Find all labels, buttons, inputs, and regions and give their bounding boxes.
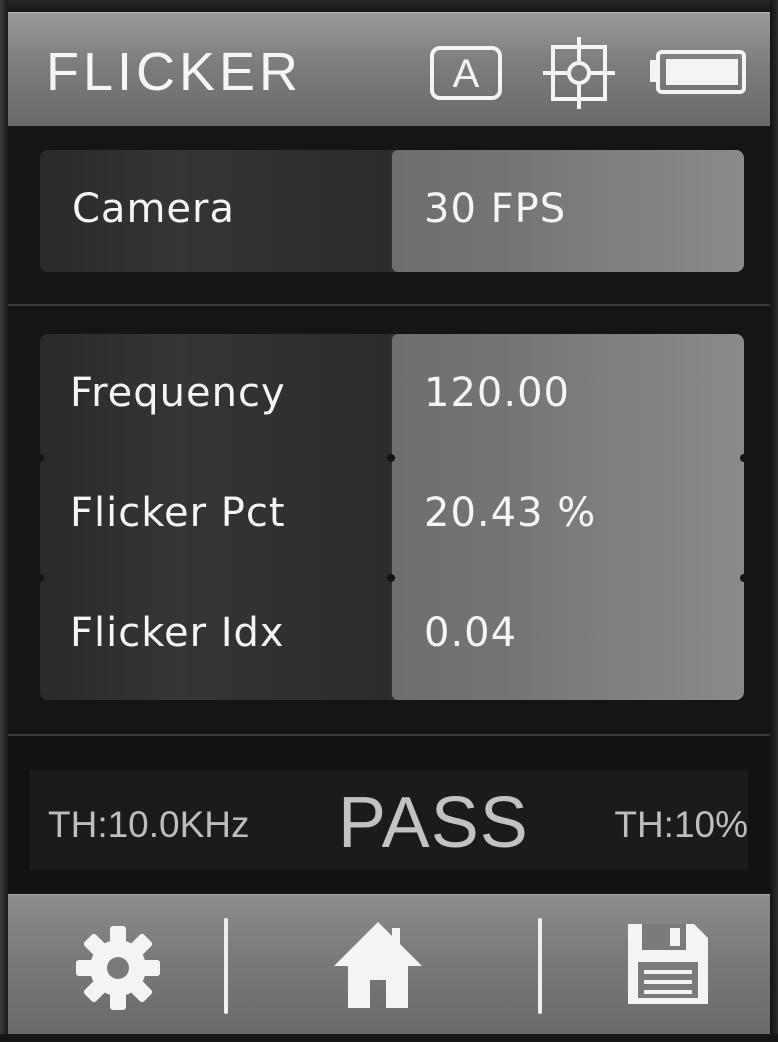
battery-fill	[666, 59, 738, 85]
nav-divider	[538, 918, 542, 1014]
bezel-right	[770, 0, 778, 1042]
bezel-left	[0, 0, 8, 1042]
row-separator-dot	[740, 574, 744, 582]
status-box: TH:10.0KHz PASS TH:10%	[30, 770, 748, 870]
crosshair-target-icon[interactable]	[543, 37, 615, 109]
frequency-label: Frequency	[70, 370, 286, 416]
nav-divider	[224, 918, 228, 1014]
bottom-nav-bar	[8, 894, 770, 1034]
status-section: TH:10.0KHz PASS TH:10%	[8, 736, 770, 894]
page-title: FLICKER	[46, 42, 303, 102]
auto-mode-label: A	[452, 52, 480, 96]
row-separator-dot	[387, 574, 395, 582]
floppy-disk-icon	[628, 924, 708, 1004]
measurement-panel: Frequency 120.00 Flicker Pct 20.43 % Fli…	[40, 334, 744, 700]
auto-mode-icon[interactable]: A	[430, 46, 502, 100]
bezel-bottom	[0, 1034, 778, 1042]
flicker-idx-value: 0.04	[424, 610, 518, 656]
bezel-top	[0, 0, 778, 12]
header-bar: FLICKER A	[8, 12, 770, 126]
battery-icon	[650, 50, 746, 94]
flicker-pct-label: Flicker Pct	[70, 490, 286, 536]
save-button[interactable]	[578, 894, 758, 1034]
camera-label: Camera	[72, 186, 235, 232]
home-button[interactable]	[288, 894, 468, 1034]
home-icon	[334, 922, 422, 1008]
frequency-threshold: TH:10.0KHz	[48, 804, 250, 845]
row-separator-dot	[740, 454, 744, 462]
frequency-value: 120.00	[424, 370, 570, 416]
camera-fps-value[interactable]: 30 FPS	[424, 186, 566, 232]
gear-icon	[76, 926, 160, 1010]
flicker-idx-label: Flicker Idx	[70, 610, 285, 656]
flicker-pct-value: 20.43 %	[424, 490, 597, 536]
percent-threshold: TH:10%	[614, 804, 748, 845]
flicker-meter-screen: FLICKER A Camera 30 FPS Frequency 120.00…	[0, 0, 778, 1042]
settings-button[interactable]	[28, 894, 208, 1034]
camera-panel[interactable]: Camera 30 FPS	[40, 150, 744, 272]
row-separator-dot	[387, 454, 395, 462]
pass-fail-status: PASS	[338, 783, 529, 863]
